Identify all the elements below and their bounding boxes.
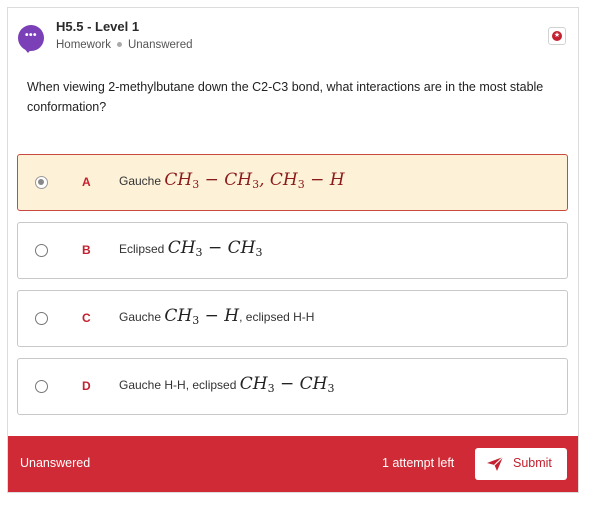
option-prefix: Gauche xyxy=(119,310,162,324)
radio-button[interactable] xyxy=(35,176,48,189)
formula-part: − CH xyxy=(202,238,256,258)
submit-label: Submit xyxy=(513,456,552,470)
option-text: Eclipsed CH3 − CH3 xyxy=(119,238,262,259)
option-formula: CH3 − CH3, CH3 − H xyxy=(164,170,345,191)
footer-status: Unanswered xyxy=(20,456,91,470)
formula-subscript: 3 xyxy=(267,382,275,395)
answer-option-c[interactable]: C Gauche CH3 − H, eclipsed H-H xyxy=(17,290,568,347)
question-meta: Homework Unanswered xyxy=(56,39,193,51)
option-prefix: Eclipsed xyxy=(119,242,165,256)
formula-part: − CH xyxy=(274,374,328,394)
option-suffix: , eclipsed H-H xyxy=(239,310,315,324)
category-label: Homework xyxy=(56,39,111,51)
option-prefix: Gauche H-H, eclipsed xyxy=(119,378,237,392)
chat-bubble-icon: ••• xyxy=(18,25,44,53)
formula-part: CH xyxy=(164,170,193,190)
star-button[interactable]: ★ xyxy=(548,27,566,45)
star-icon: ★ xyxy=(552,31,562,41)
option-letter: A xyxy=(82,175,91,189)
option-prefix: Gauche xyxy=(119,174,162,188)
formula-part: − CH xyxy=(199,170,253,190)
option-formula: CH3 − CH3 xyxy=(167,238,263,259)
separator-dot xyxy=(116,42,122,48)
option-letter: D xyxy=(82,379,91,393)
option-text: Gauche H-H, eclipsed CH3 − CH3 xyxy=(119,374,334,395)
paper-plane-icon xyxy=(486,456,504,475)
attempts-left: 1 attempt left xyxy=(382,456,455,470)
formula-subscript: 3 xyxy=(255,246,263,259)
option-letter: C xyxy=(82,311,91,325)
radio-button[interactable] xyxy=(35,380,48,393)
option-formula: CH3 − CH3 xyxy=(239,374,335,395)
question-footer: Unanswered 1 attempt left Submit xyxy=(8,436,578,492)
question-card: ••• H5.5 - Level 1 Homework Unanswered ★ … xyxy=(7,7,579,493)
question-header: ••• H5.5 - Level 1 Homework Unanswered ★ xyxy=(8,8,578,68)
formula-subscript: 3 xyxy=(327,382,335,395)
option-formula: CH3 − H xyxy=(164,306,240,327)
formula-part: CH xyxy=(239,374,268,394)
question-title: H5.5 - Level 1 xyxy=(56,19,140,34)
radio-button[interactable] xyxy=(35,312,48,325)
answer-option-b[interactable]: B Eclipsed CH3 − CH3 xyxy=(17,222,568,279)
formula-subscript: 3 xyxy=(297,178,305,191)
formula-part: − H xyxy=(199,306,240,326)
status-label: Unanswered xyxy=(127,39,193,51)
option-text: Gauche CH3 − CH3, CH3 − H xyxy=(119,170,345,191)
answer-option-a[interactable]: A Gauche CH3 − CH3, CH3 − H xyxy=(17,154,568,211)
submit-button[interactable]: Submit xyxy=(475,448,567,480)
option-letter: B xyxy=(82,243,91,257)
formula-part: , CH xyxy=(259,170,298,190)
formula-part: − H xyxy=(304,170,345,190)
formula-part: CH xyxy=(164,306,193,326)
option-text: Gauche CH3 − H, eclipsed H-H xyxy=(119,306,314,327)
answer-option-d[interactable]: D Gauche H-H, eclipsed CH3 − CH3 xyxy=(17,358,568,415)
formula-subscript: 3 xyxy=(195,246,203,259)
radio-button[interactable] xyxy=(35,244,48,257)
formula-part: CH xyxy=(167,238,196,258)
question-text: When viewing 2-methylbutane down the C2-… xyxy=(27,80,544,114)
